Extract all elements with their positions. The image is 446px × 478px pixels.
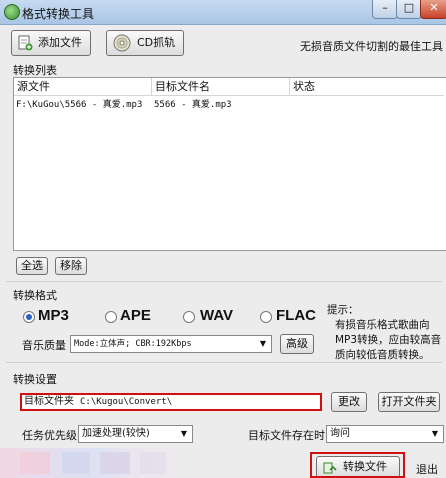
cd-icon [113, 34, 131, 52]
exists-label: 目标文件存在时 [248, 429, 325, 442]
format-option-flac: FLAC [276, 307, 316, 324]
format-option-mp3: MP3 [38, 307, 69, 324]
list-section-label: 转换列表 [13, 64, 57, 77]
open-folder-button[interactable]: 打开文件夹 [378, 392, 440, 412]
hint-body: 有损音乐格式歌曲向MP3转换，应由较高音质向较低音质转换。 [335, 319, 442, 361]
radio-ape[interactable] [105, 311, 117, 323]
target-folder-label: 目标文件夹 [24, 396, 74, 407]
advanced-button[interactable]: 高级 [280, 334, 314, 354]
exit-button[interactable]: 退出 [416, 461, 438, 477]
column-header-target[interactable]: 目标文件名 [152, 78, 290, 96]
conversion-list[interactable]: 源文件 目标文件名 状态 F:\KuGou\5566 - 真爱.mp3 5566… [13, 77, 446, 251]
row-source: F:\KuGou\5566 - 真爱.mp3 [16, 100, 143, 110]
close-button[interactable]: ✕ [420, 0, 446, 19]
exists-select[interactable]: 询问 ▼ [326, 425, 444, 443]
add-file-icon [18, 35, 33, 51]
radio-wav[interactable] [183, 311, 195, 323]
divider [6, 281, 442, 282]
cd-grab-label: CD抓轨 [137, 36, 176, 49]
converter-window: 格式转换工具 – □ ✕ 添加文件 CD抓轨 无损音质文件切割的最佳工具 转换列… [0, 0, 446, 478]
app-icon [4, 4, 20, 20]
radio-mp3[interactable] [23, 311, 35, 323]
format-section-label: 转换格式 [13, 289, 57, 302]
exists-value: 询问 [330, 428, 350, 439]
column-header-status[interactable]: 状态 [290, 78, 444, 96]
priority-select[interactable]: 加速处理(较快) ▼ [78, 425, 193, 443]
remove-button[interactable]: 移除 [55, 257, 87, 275]
quality-select[interactable]: Mode:立体声; CBR:192Kbps ▼ [70, 335, 272, 353]
add-file-label: 添加文件 [38, 36, 82, 49]
priority-value: 加速处理(较快) [82, 428, 150, 439]
column-header-source[interactable]: 源文件 [14, 78, 152, 96]
minimize-button[interactable]: – [372, 0, 398, 19]
hint-text: 提示： 有损音乐格式歌曲向MP3转换，应由较高音质向较低音质转换。 [327, 303, 445, 363]
divider [6, 362, 442, 363]
add-file-button[interactable]: 添加文件 [11, 30, 91, 56]
maximize-button[interactable]: □ [396, 0, 422, 19]
tagline: 无损音质文件切割的最佳工具 [300, 40, 443, 53]
chevron-down-icon: ▼ [431, 429, 439, 438]
select-all-button[interactable]: 全选 [16, 257, 48, 275]
priority-label: 任务优先级 [22, 429, 77, 442]
title-bar[interactable]: 格式转换工具 – □ ✕ [0, 0, 446, 25]
change-button[interactable]: 更改 [331, 392, 367, 412]
window-title: 格式转换工具 [22, 7, 95, 21]
table-row[interactable]: F:\KuGou\5566 - 真爱.mp3 5566 - 真爱.mp3 [14, 97, 444, 114]
target-folder-value: C:\Kugou\Convert\ [80, 397, 173, 407]
format-option-ape: APE [120, 307, 151, 324]
row-target: 5566 - 真爱.mp3 [154, 100, 232, 110]
settings-section-label: 转换设置 [13, 373, 57, 386]
highlight-frame [310, 452, 405, 478]
radio-flac[interactable] [260, 311, 272, 323]
quality-label: 音乐质量 [22, 339, 66, 352]
format-option-wav: WAV [200, 307, 234, 324]
blurred-region [0, 448, 175, 478]
hint-title: 提示： [327, 304, 359, 316]
chevron-down-icon: ▼ [180, 429, 188, 438]
chevron-down-icon: ▼ [259, 339, 267, 348]
quality-value: Mode:立体声; CBR:192Kbps [74, 339, 192, 349]
target-folder-field[interactable]: 目标文件夹 C:\Kugou\Convert\ [20, 393, 322, 411]
cd-grab-button[interactable]: CD抓轨 [106, 30, 184, 56]
